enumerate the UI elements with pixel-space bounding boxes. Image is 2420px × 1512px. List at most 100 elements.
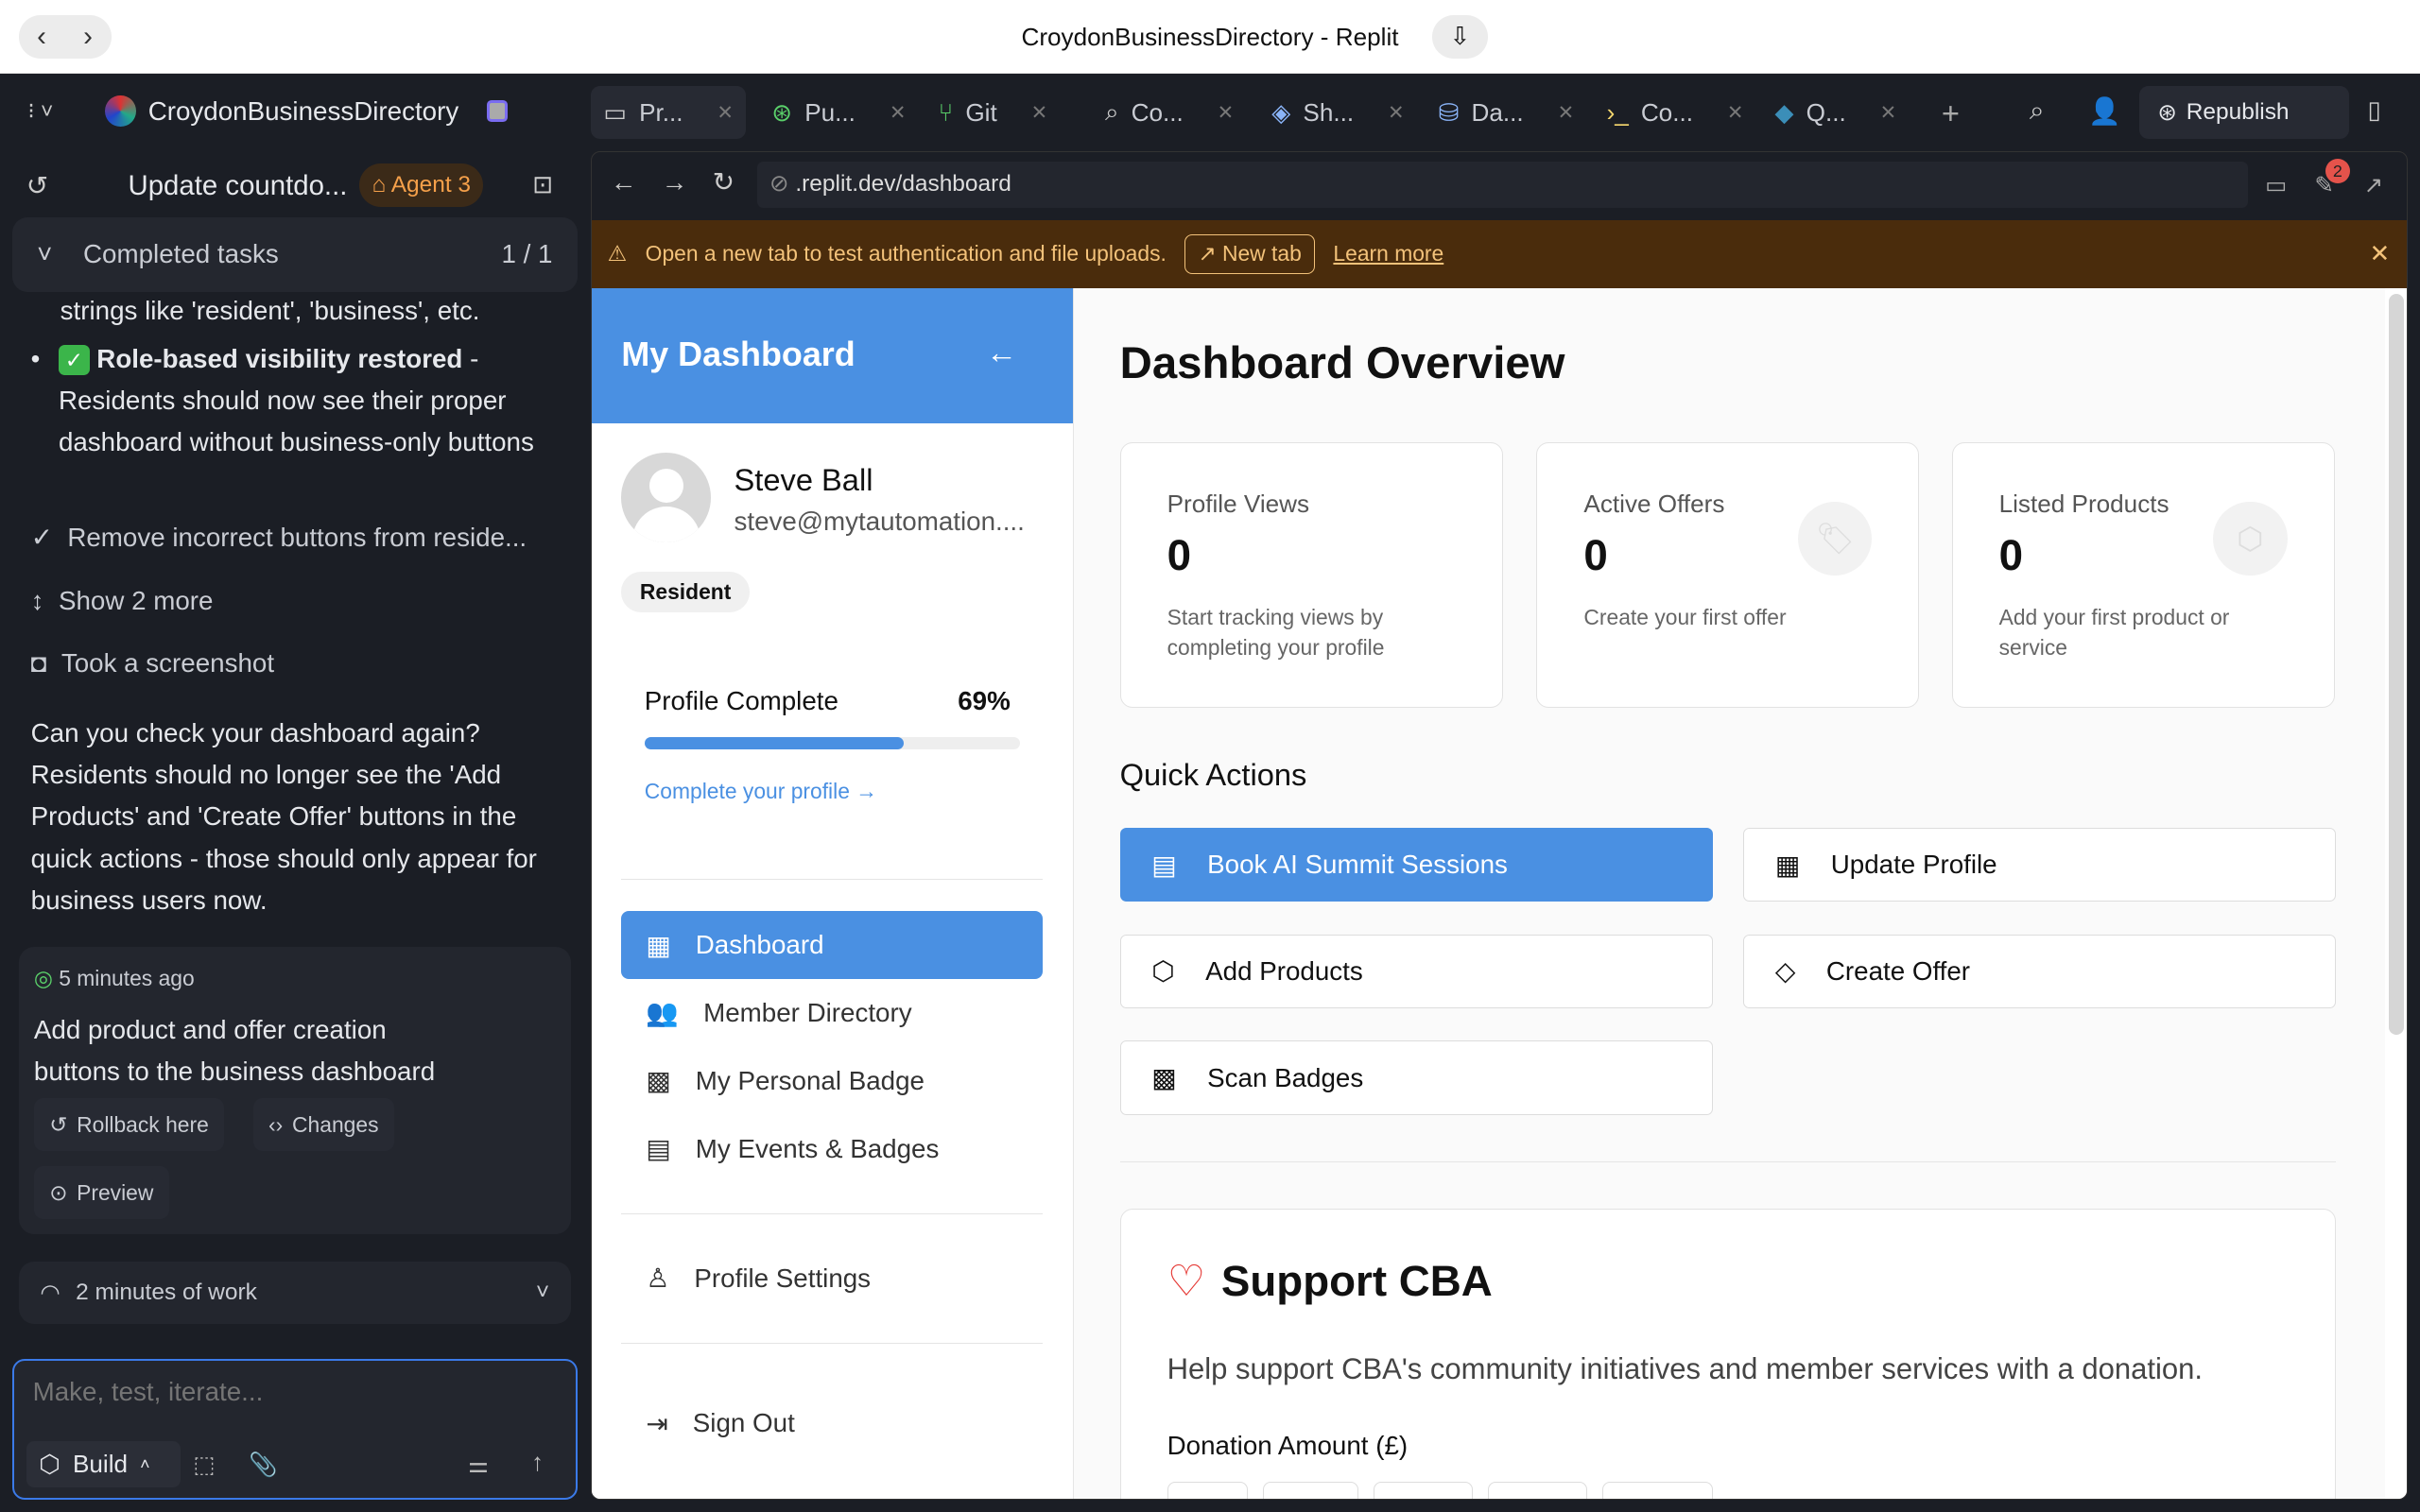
menu-icon[interactable]: ⁝ ˅ xyxy=(27,98,53,124)
forward-icon[interactable]: → xyxy=(662,167,688,198)
rollback-button[interactable]: ↺ Rollback here xyxy=(33,1098,225,1151)
tab-label: Co... xyxy=(1640,97,1693,127)
step-label: Remove incorrect buttons from reside... xyxy=(67,522,527,552)
step-item[interactable]: ✓ Remove incorrect buttons from reside..… xyxy=(31,522,527,553)
select-element-icon[interactable]: ⬚ xyxy=(193,1451,215,1479)
send-icon[interactable]: ↑ xyxy=(531,1448,544,1477)
building-icon: ▦ xyxy=(1774,850,1801,880)
tag-icon: 🏷 xyxy=(1798,501,1873,576)
update-profile-button[interactable]: ▦ Update Profile xyxy=(1743,828,2337,902)
tab-shell[interactable]: ◈ Sh... ✕ xyxy=(1259,86,1417,139)
new-tab-button[interactable]: ↗ New tab xyxy=(1184,233,1315,274)
stat-desc: Start tracking views by completing your … xyxy=(1167,604,1385,661)
check-emoji-icon: ✓ xyxy=(58,344,90,376)
search-icon[interactable]: ⌕ xyxy=(2030,95,2045,127)
donation-amounts xyxy=(1167,1481,1714,1499)
completed-count: 1 / 1 xyxy=(501,239,553,269)
sidebar-item-profile-settings[interactable]: ♙ Profile Settings xyxy=(621,1245,1043,1313)
learn-more-link[interactable]: Learn more xyxy=(1333,241,1443,266)
sidebar-title: My Dashboard xyxy=(621,334,856,373)
dashboard-main: Dashboard Overview Profile Views 0 Start t… xyxy=(1074,288,2386,1499)
heart-icon: ♡ xyxy=(1167,1257,1206,1306)
close-tab-icon[interactable]: ✕ xyxy=(1218,101,1235,125)
tab-search[interactable]: ⌕ Co... ✕ xyxy=(1093,86,1247,139)
scrollbar-thumb[interactable] xyxy=(2388,294,2404,1035)
scrollbar[interactable] xyxy=(2385,287,2407,1499)
close-tab-icon[interactable]: ✕ xyxy=(1031,101,1048,125)
message-line: strings like 'resident', 'business', etc… xyxy=(60,295,480,325)
chat-input[interactable] xyxy=(32,1376,558,1407)
scan-badges-button[interactable]: ▩ Scan Badges xyxy=(1119,1040,1713,1115)
reload-icon[interactable]: ↻ xyxy=(713,166,735,198)
amount-option[interactable] xyxy=(1167,1481,1248,1499)
sidebar-item-member-directory[interactable]: 👥 Member Directory xyxy=(621,979,1043,1047)
support-desc: Help support CBA's community initiatives… xyxy=(1167,1351,2204,1385)
sidebar-item-personal-badge[interactable]: ▩ My Personal Badge xyxy=(621,1047,1043,1115)
changes-button[interactable]: ‹› Changes xyxy=(252,1098,394,1151)
completed-tasks-header[interactable]: ˅ Completed tasks 1 / 1 xyxy=(12,217,578,292)
download-icon[interactable]: ⇩ xyxy=(1432,15,1488,60)
create-offer-button[interactable]: ◇ Create Offer xyxy=(1743,934,2337,1009)
amount-option[interactable] xyxy=(1488,1481,1587,1499)
close-tab-icon[interactable]: ✕ xyxy=(1388,101,1405,125)
stat-card-listed-products: Listed Products 0 Add your first product o… xyxy=(1951,441,2335,708)
mode-selector[interactable]: ⬡ Build ˄ xyxy=(26,1441,182,1488)
amount-option[interactable] xyxy=(1601,1481,1714,1499)
republish-button[interactable]: ⊛ Republish xyxy=(2138,86,2349,139)
grid-icon: ▦ xyxy=(646,930,671,960)
close-tab-icon[interactable]: ✕ xyxy=(1880,101,1897,125)
close-tab-icon[interactable]: ✕ xyxy=(890,101,907,125)
agent-badge[interactable]: ⌂ Agent 3 xyxy=(359,163,484,207)
project-switcher[interactable]: CroydonBusinessDirectory xyxy=(105,95,509,127)
work-summary[interactable]: ◠ 2 minutes of work ˅ xyxy=(18,1262,572,1324)
tab-console[interactable]: ›_ Co... ✕ xyxy=(1595,86,1756,139)
layout-icon[interactable]: ▯ xyxy=(2367,95,2380,125)
tab-python[interactable]: ◆ Q... ✕ xyxy=(1762,86,1909,139)
tab-label: Sh... xyxy=(1303,97,1355,127)
publish-icon: ⊛ xyxy=(2157,100,2177,127)
check-circle-icon: ◎ xyxy=(33,966,53,990)
stat-desc: Create your first offer xyxy=(1583,604,1787,629)
window-title: CroydonBusinessDirectory - Replit xyxy=(1021,23,1399,52)
close-tab-icon[interactable]: ✕ xyxy=(1727,101,1744,125)
devices-icon[interactable]: ▭ xyxy=(2265,171,2287,199)
agent-panel: ↺ Update countdo... ⌂ Agent 3 ⊡ strings … xyxy=(0,151,583,1512)
history-icon[interactable]: ↺ xyxy=(26,170,48,201)
stat-card-profile-views: Profile Views 0 Start tracking views by co… xyxy=(1119,441,1503,708)
sidebar-item-events[interactable]: ▤ My Events & Badges xyxy=(621,1115,1043,1183)
devtools-badge: 2 xyxy=(2325,158,2350,183)
sign-out-button[interactable]: ⇥ Sign Out xyxy=(621,1389,1043,1457)
back-icon[interactable]: ← xyxy=(611,167,637,198)
close-tab-icon[interactable]: ✕ xyxy=(717,101,734,125)
new-chat-icon[interactable]: ⊡ xyxy=(532,170,553,199)
profile-progress-bar xyxy=(644,736,1020,749)
preview-button[interactable]: ⊙ Preview xyxy=(33,1166,169,1219)
nav-label: Profile Settings xyxy=(694,1263,872,1293)
close-icon[interactable]: ✕ xyxy=(2369,239,2390,268)
stat-value: 0 xyxy=(1167,530,1192,579)
collapse-arrow-icon[interactable]: ← xyxy=(986,335,1017,370)
open-external-icon[interactable]: ↗ xyxy=(2364,171,2384,199)
add-tab-icon[interactable]: + xyxy=(1942,95,1960,131)
support-card: ♡ Support CBA Help support CBA's communit… xyxy=(1119,1209,2337,1499)
amount-option[interactable] xyxy=(1374,1481,1473,1499)
complete-profile-link[interactable]: Complete your profile → xyxy=(645,779,877,804)
attach-icon[interactable]: 📎 xyxy=(249,1451,277,1479)
settings-sliders-icon[interactable]: ⚌ xyxy=(468,1451,489,1479)
tab-publish[interactable]: ⊛ Pu... ✕ xyxy=(759,86,918,139)
add-products-button[interactable]: ⬡ Add Products xyxy=(1119,934,1713,1009)
qr-icon: ▩ xyxy=(646,1066,671,1096)
sidebar-item-dashboard[interactable]: ▦ Dashboard xyxy=(621,911,1044,980)
amount-option[interactable] xyxy=(1262,1481,1359,1499)
warning-icon: ⚠ xyxy=(607,241,628,266)
tab-monitor[interactable]: ▭ Pr... ✕ xyxy=(591,86,747,139)
tab-git[interactable]: ⑂ Git ✕ xyxy=(926,86,1061,139)
rollback-label: Rollback here xyxy=(77,1111,209,1137)
invite-icon[interactable]: 👤 xyxy=(2088,95,2121,127)
show-more-button[interactable]: ↕ Show 2 more xyxy=(31,586,214,616)
gauge-icon: ◠ xyxy=(40,1280,60,1307)
close-tab-icon[interactable]: ✕ xyxy=(1558,101,1575,125)
url-bar[interactable]: ⊘ .replit.dev/dashboard xyxy=(756,161,2249,208)
book-ai-summit-button[interactable]: ▤ Book AI Summit Sessions xyxy=(1119,828,1713,902)
tab-database[interactable]: ⛁ Da... ✕ xyxy=(1426,86,1587,139)
